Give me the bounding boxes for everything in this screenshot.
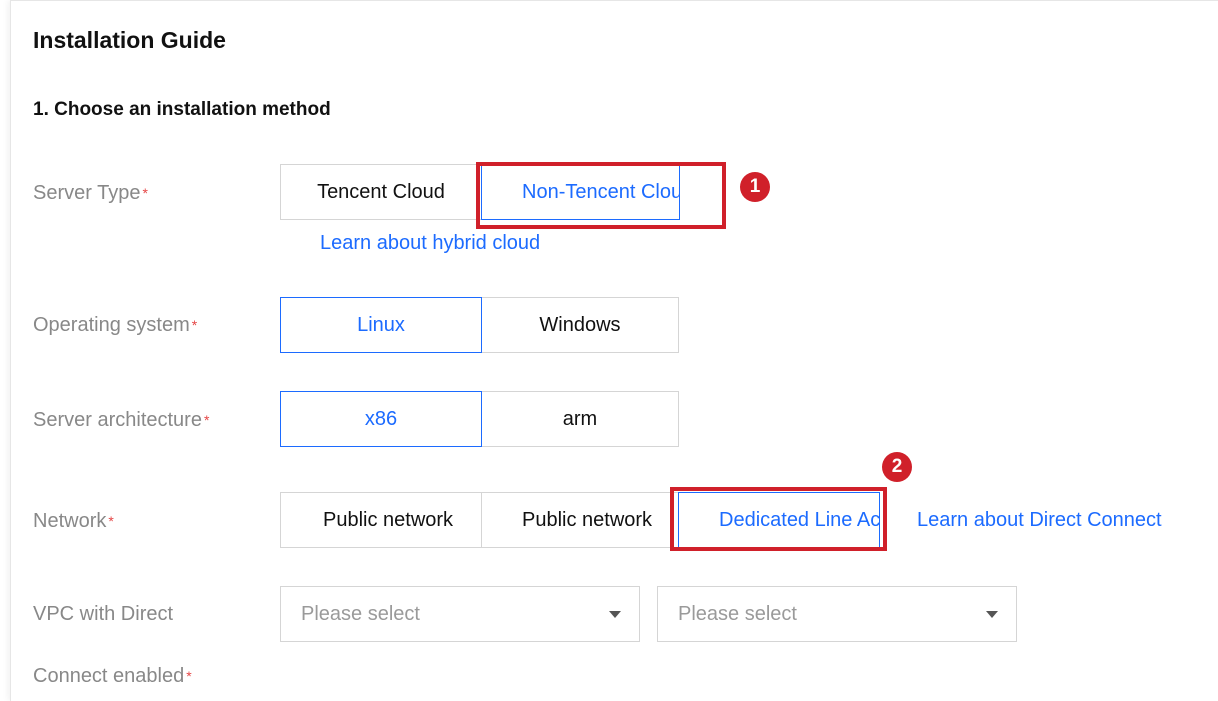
operating-system-segmented-control: Linux Windows (280, 297, 679, 353)
select-placeholder: Please select (301, 602, 420, 625)
os-linux-option[interactable]: Linux (280, 297, 482, 353)
server-type-segmented-control: Tencent Cloud Non-Tencent Cloud (280, 164, 680, 220)
required-mark: * (142, 185, 148, 201)
network-label: Network * (33, 509, 114, 533)
server-architecture-segmented-control: x86 arm (280, 391, 679, 447)
required-mark: * (203, 412, 210, 428)
required-mark: * (191, 317, 198, 333)
learn-direct-connect-link[interactable]: Learn about Direct Connect (917, 509, 1162, 532)
vpc-label-line2-text: Connect enabled (33, 665, 185, 687)
network-dedicated-line-option[interactable]: Dedicated Line Access (678, 492, 880, 548)
server-type-tencent-cloud-option[interactable]: Tencent Cloud (280, 164, 482, 220)
arch-arm-option[interactable]: arm (481, 391, 679, 447)
annotation-badge-1: 1 (740, 172, 770, 202)
server-architecture-label: Server architecture * (33, 408, 209, 432)
os-windows-option[interactable]: Windows (481, 297, 679, 353)
server-type-non-tencent-cloud-option[interactable]: Non-Tencent Cloud (481, 164, 680, 220)
server-type-label-text: Server Type (33, 182, 141, 204)
operating-system-label-text: Operating system (33, 314, 190, 336)
page-title: Installation Guide (33, 27, 226, 53)
vpc-region-select[interactable]: Please select (280, 586, 640, 642)
annotation-badge-2: 2 (882, 452, 912, 482)
vpc-label-line2: Connect enabled * (33, 664, 192, 688)
select-placeholder: Please select (678, 602, 797, 625)
server-type-label: Server Type * (33, 181, 148, 205)
operating-system-label: Operating system * (33, 313, 197, 337)
required-mark: * (186, 668, 192, 684)
network-segmented-control: Public network Public network Dedicated … (280, 492, 880, 548)
caret-down-icon (609, 610, 621, 618)
step-title: 1. Choose an installation method (33, 99, 331, 120)
learn-hybrid-cloud-link[interactable]: Learn about hybrid cloud (320, 232, 540, 255)
vpc-label-line1: VPC with Direct (33, 603, 174, 625)
network-public-option-1[interactable]: Public network (280, 492, 482, 548)
vpc-select[interactable]: Please select (657, 586, 1017, 642)
network-label-text: Network (33, 510, 107, 532)
arch-x86-option[interactable]: x86 (280, 391, 482, 447)
caret-down-icon (986, 610, 998, 618)
required-mark: * (108, 513, 114, 529)
network-public-option-2[interactable]: Public network (481, 492, 679, 548)
server-architecture-label-text: Server architecture (33, 409, 202, 431)
